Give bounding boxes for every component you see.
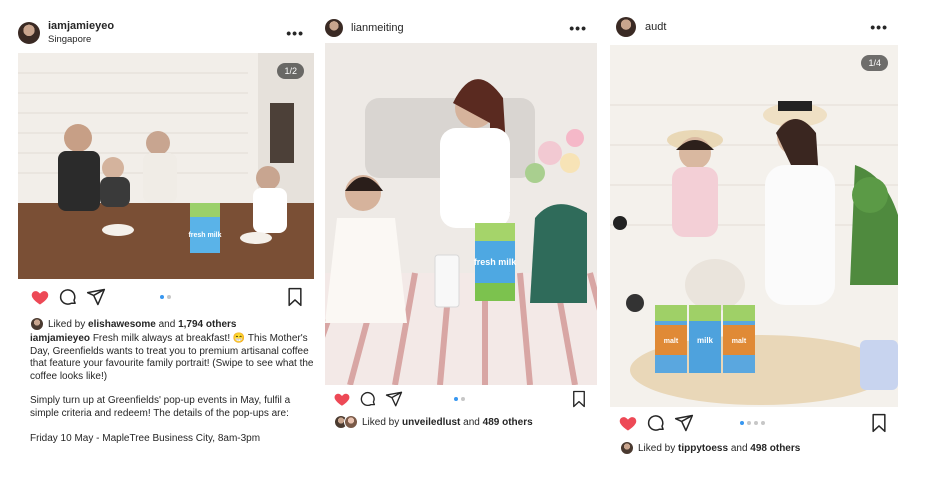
svg-text:malt: malt [664,338,679,345]
carousel-dots [740,421,765,425]
share-icon[interactable] [86,287,106,307]
post-3: audt ••• malt milk malt 1/4 Liked by tip… [610,15,898,460]
liked-by: Liked by unveiledlust and 489 others [334,415,533,429]
share-icon[interactable] [674,413,694,433]
caption: iamjamieyeo Fresh milk always at breakfa… [30,333,320,457]
comment-icon[interactable] [359,390,377,408]
action-bar [325,390,597,412]
liker-avatar [620,441,634,455]
bookmark-icon[interactable] [870,413,888,433]
liker-avatar [30,317,44,331]
liker-username[interactable]: unveiledlust [402,417,460,428]
comment-icon[interactable] [646,413,666,433]
post-photo[interactable]: fresh milk [325,43,597,385]
likes-count[interactable]: 489 others [483,417,533,428]
more-icon[interactable]: ••• [286,25,304,41]
username[interactable]: lianmeiting [351,22,404,34]
caption-paragraph-3: Friday 10 May - MapleTree Business City,… [30,432,261,444]
carousel-dot-active [740,421,744,425]
carousel-dot [761,421,765,425]
avatar[interactable] [616,17,636,37]
post-header: lianmeiting [325,19,404,37]
heart-icon[interactable] [333,390,351,408]
username[interactable]: iamjamieyeo [48,20,114,32]
bookmark-icon[interactable] [286,287,304,307]
photo-illustration: fresh milk [18,53,314,279]
more-icon[interactable]: ••• [870,19,888,35]
carousel-dot [754,421,758,425]
carousel-dots [160,295,171,299]
comment-icon[interactable] [58,287,78,307]
post-header: audt [616,17,666,37]
carousel-dot [747,421,751,425]
action-bar [18,287,314,309]
carousel-counter: 1/2 [277,63,304,79]
liker-username[interactable]: elishawesome [88,319,156,330]
svg-text:fresh milk: fresh milk [188,232,221,239]
more-icon[interactable]: ••• [569,20,587,36]
caption-paragraph-2: Simply turn up at Greenfields' pop-up ev… [30,395,291,419]
photo-illustration: fresh milk [325,43,597,385]
post-photo[interactable]: fresh milk 1/2 [18,53,314,279]
username[interactable]: audt [645,21,666,33]
post-photo[interactable]: malt milk malt 1/4 [610,45,898,407]
liker-username[interactable]: tippytoess [678,443,728,454]
carousel-dots [454,397,465,401]
photo-illustration: malt milk malt [610,45,898,407]
location[interactable]: Singapore [48,34,114,45]
carousel-dot [167,295,171,299]
likes-count[interactable]: 498 others [750,443,800,454]
svg-text:fresh milk: fresh milk [474,257,518,267]
heart-icon[interactable] [618,413,638,433]
post-1: iamjamieyeo Singapore ••• fresh milk 1/2… [18,15,314,455]
carousel-dot [461,397,465,401]
liker-avatar [344,415,358,429]
likes-count[interactable]: 1,794 others [178,319,236,330]
carousel-dot-active [160,295,164,299]
caption-username[interactable]: iamjamieyeo [30,333,90,344]
avatar[interactable] [325,19,343,37]
post-2: lianmeiting ••• fresh milk Liked by unve… [325,15,597,435]
liked-by: Liked by elishawesome and 1,794 others [30,317,236,331]
liked-by: Liked by tippytoess and 498 others [620,441,800,455]
avatar[interactable] [18,21,40,44]
share-icon[interactable] [385,390,403,408]
svg-text:malt: malt [732,338,747,345]
heart-icon[interactable] [30,287,50,307]
carousel-counter: 1/4 [861,55,888,71]
carousel-dot-active [454,397,458,401]
bookmark-icon[interactable] [571,390,587,408]
post-header: iamjamieyeo Singapore [18,20,114,45]
action-bar [610,413,898,435]
svg-text:milk: milk [697,336,714,345]
